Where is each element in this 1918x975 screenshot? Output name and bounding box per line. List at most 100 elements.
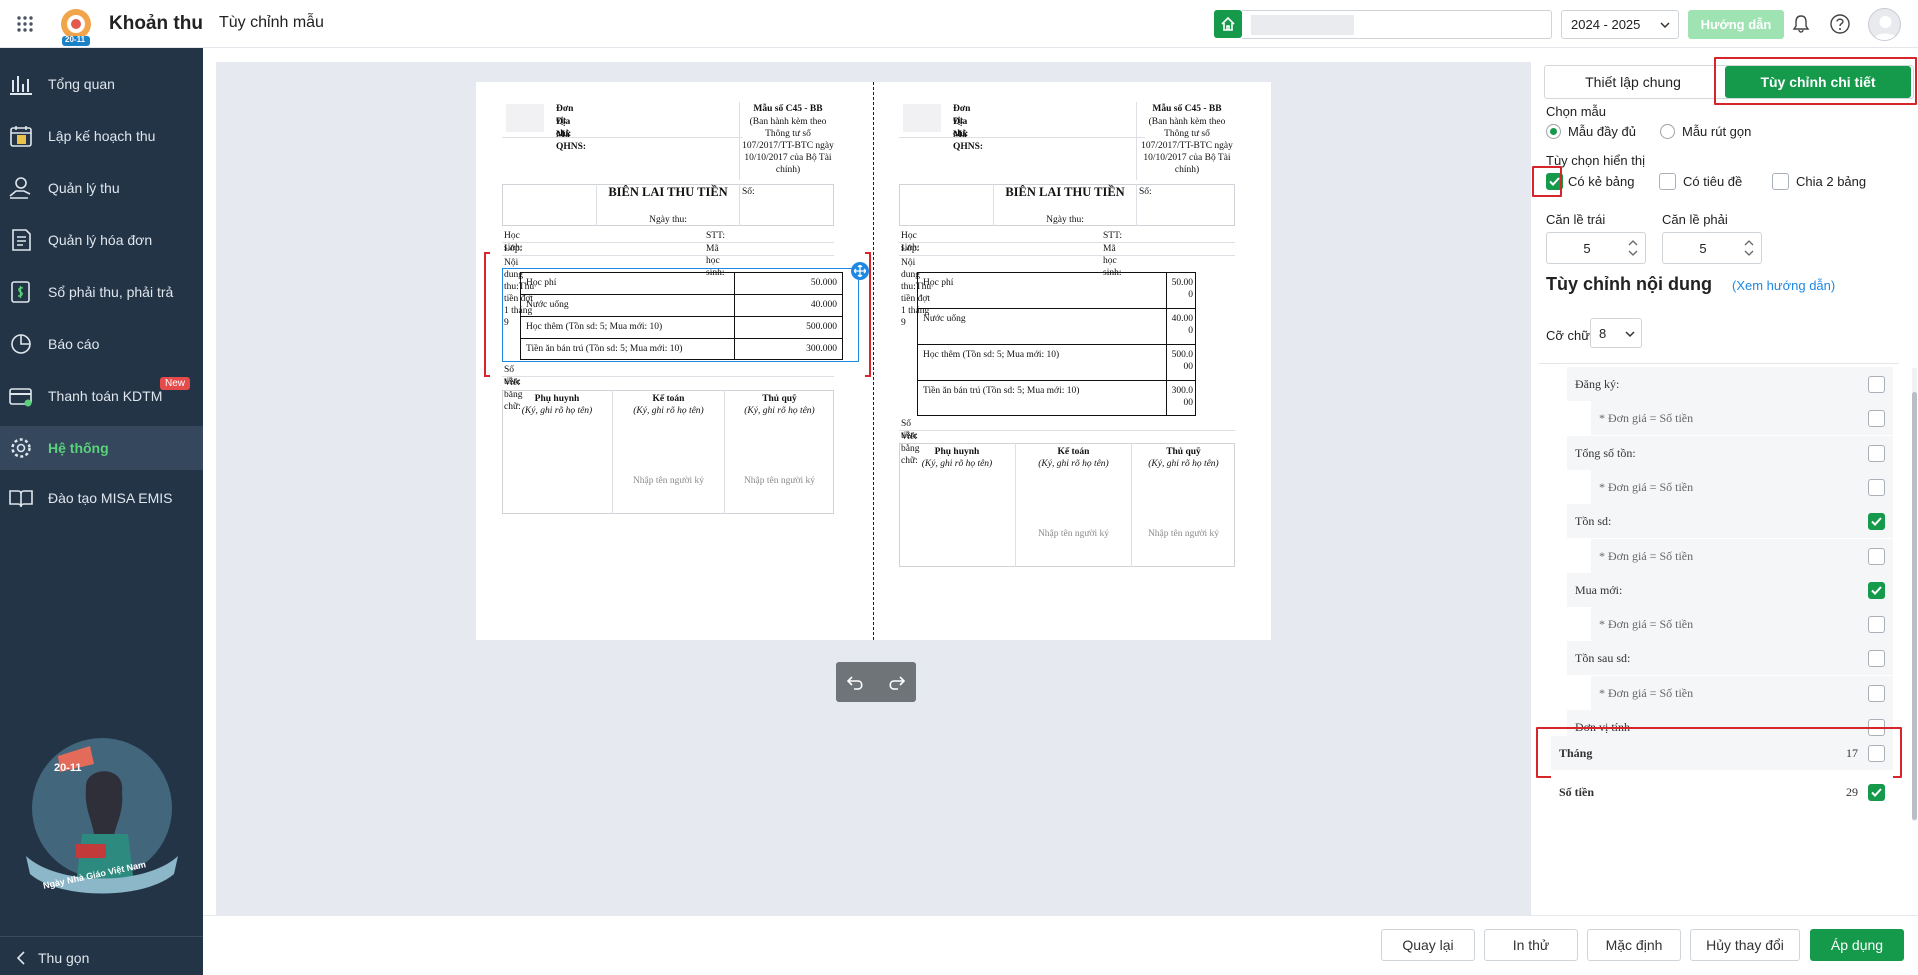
home-button[interactable] [1214, 10, 1242, 38]
undo-icon[interactable] [846, 674, 866, 690]
help-icon[interactable] [1829, 13, 1851, 35]
field-row[interactable]: Tồn sd: [1567, 504, 1893, 538]
checkbox-icon[interactable] [1868, 649, 1885, 667]
stepper-arrows-icon[interactable] [1627, 237, 1639, 259]
co-chu-value: 8 [1599, 325, 1607, 341]
radio-mau-rut-gon[interactable]: Mẫu rút gọn [1660, 124, 1751, 139]
field-row[interactable]: Mua mới: [1567, 573, 1893, 607]
checkbox-icon[interactable] [1868, 547, 1885, 565]
fee-table-left: Học phí 50.000 Nước uống 40.000 Học thêm… [520, 272, 843, 360]
page-divider [873, 82, 874, 640]
sidebar-item-so-phai-thu[interactable]: Sổ phải thu, phải trả [0, 270, 203, 314]
year-select[interactable]: 2024 - 2025 [1561, 10, 1679, 39]
field-sub-row[interactable]: * Đơn giá = Số tiền [1591, 539, 1893, 573]
xem-huong-dan-link[interactable]: (Xem hướng dẫn) [1732, 278, 1835, 293]
collapse-button[interactable]: Thu gọn [16, 941, 89, 975]
sidebar-item-he-thong[interactable]: Hệ thống [0, 426, 203, 470]
checkbox-icon[interactable] [1868, 444, 1885, 462]
redo-icon[interactable] [886, 674, 906, 690]
sign-role: Phụ huynh [934, 447, 980, 457]
field-sub-row[interactable]: * Đơn giá = Số tiền [1591, 401, 1893, 435]
school-logo-placeholder [903, 104, 941, 132]
field-row-so-tien[interactable]: Số tiền 29 [1551, 775, 1893, 809]
field-label: Số tiền [1559, 784, 1595, 799]
sidebar: Tổng quan Lập kế hoạch thu Quản lý thu Q… [0, 48, 203, 975]
school-select[interactable] [1242, 10, 1552, 39]
footer-bar: Quay lại In thử Mặc định Hủy thay đổi Áp… [203, 915, 1918, 975]
field-sub-row[interactable]: * Đơn giá = Số tiền [1591, 607, 1893, 641]
checkbox-chia-2-bang[interactable]: Chia 2 bảng [1772, 173, 1866, 190]
guide-button[interactable]: Hướng dẫn [1688, 10, 1784, 39]
field-sub-row[interactable]: * Đơn giá = Số tiền [1591, 676, 1893, 710]
check-icon[interactable] [1868, 783, 1885, 801]
print-preview-button[interactable]: In thử [1484, 929, 1578, 961]
fee-name: Học thêm (Tồn sd: 5; Mua mới: 10) [526, 322, 663, 332]
sign-role: Kế toán [1057, 447, 1090, 457]
fee-name: Học phí [526, 278, 557, 288]
checkbox-icon[interactable] [1868, 684, 1885, 702]
checkbox-icon[interactable] [1868, 478, 1885, 496]
avatar[interactable] [1868, 8, 1901, 41]
calendar-money-icon [10, 126, 32, 147]
sidebar-item-label: Quản lý hóa đơn [48, 232, 153, 248]
co-chu-select[interactable]: 8 [1590, 318, 1642, 348]
sign-role: Thủ quỹ [1166, 447, 1201, 457]
checkbox-icon[interactable] [1868, 409, 1885, 427]
sidebar-item-bao-cao[interactable]: Báo cáo [0, 322, 203, 366]
field-label: Tồn sau sd: [1575, 650, 1631, 665]
receipt-preview: Đơn vị: Địa chỉ: Mã QHNS: Mẫu số C45 - B… [476, 82, 1271, 640]
gear-icon [11, 438, 31, 458]
signer-placeholder[interactable]: Nhập tên người ký [725, 475, 834, 487]
preview-canvas: Đơn vị: Địa chỉ: Mã QHNS: Mẫu số C45 - B… [216, 62, 1531, 915]
sidebar-item-quan-ly-hoa-don[interactable]: Quản lý hóa đơn [0, 218, 203, 262]
field-label: * Đơn giá = Số tiền [1599, 410, 1694, 425]
sidebar-item-dao-tao[interactable]: Đào tạo MISA EMIS [0, 476, 203, 520]
le-phai-value: 5 [1699, 240, 1707, 256]
cancel-changes-button[interactable]: Hủy thay đổi [1690, 929, 1800, 961]
checkbox-label: Có tiêu đề [1683, 174, 1743, 189]
top-bar: 20-11 Khoản thu Tùy chỉnh mẫu 2024 - 202… [0, 0, 1918, 48]
user-icon [1873, 16, 1898, 40]
bell-icon[interactable] [1791, 14, 1811, 34]
sidebar-divider [0, 936, 203, 937]
sign-note: (Ký, ghi rõ họ tên) [521, 406, 593, 416]
scrollbar-thumb[interactable] [1912, 392, 1917, 820]
so-label: Số: [742, 187, 755, 197]
fee-name: Nước uống [526, 300, 569, 310]
sidebar-item-lap-ke-hoach-thu[interactable]: Lập kế hoạch thu [0, 114, 203, 158]
check-icon[interactable] [1868, 581, 1885, 599]
radio-mau-day-du[interactable]: Mẫu đầy đủ [1546, 124, 1636, 139]
signer-placeholder[interactable]: Nhập tên người ký [613, 475, 724, 487]
tab-thiet-lap-chung[interactable]: Thiết lập chung [1545, 66, 1721, 98]
sidebar-item-label: Sổ phải thu, phải trả [48, 284, 174, 300]
field-label: * Đơn giá = Số tiền [1599, 685, 1694, 700]
sidebar-item-quan-ly-thu[interactable]: Quản lý thu [0, 166, 203, 210]
book-icon [9, 490, 33, 508]
sidebar-item-tong-quan[interactable]: Tổng quan [0, 62, 203, 106]
field-row[interactable]: Tồn sau sd: [1567, 641, 1893, 675]
radio-label: Mẫu rút gọn [1682, 124, 1752, 139]
checkbox-icon[interactable] [1868, 615, 1885, 633]
field-row[interactable]: Tổng số tồn: [1567, 436, 1893, 470]
le-trai-stepper[interactable]: 5 [1546, 232, 1646, 264]
stepper-arrows-icon[interactable] [1743, 237, 1755, 259]
check-icon[interactable] [1868, 512, 1885, 530]
receipt-title: BIÊN LAI THU TIỀN [1005, 185, 1125, 199]
field-sub-row[interactable]: * Đơn giá = Số tiền [1591, 470, 1893, 504]
sidebar-item-thanh-toan-kdtm[interactable]: Thanh toán KDTM New [0, 374, 203, 418]
back-button[interactable]: Quay lại [1381, 929, 1475, 961]
checkbox-icon[interactable] [1868, 375, 1885, 393]
checkbox-co-tieu-de[interactable]: Có tiêu đề [1659, 173, 1742, 190]
checkbox-label: Có kẻ bảng [1568, 174, 1635, 189]
field-row[interactable]: Đăng ký: [1567, 367, 1893, 401]
school-name-blurred [1251, 15, 1354, 35]
sidebar-item-label: Lập kế hoạch thu [48, 128, 156, 144]
le-phai-stepper[interactable]: 5 [1662, 232, 1762, 264]
apps-grid-icon[interactable] [17, 16, 33, 32]
signer-placeholder[interactable]: Nhập tên người ký [1132, 528, 1235, 540]
signer-placeholder[interactable]: Nhập tên người ký [1016, 528, 1131, 540]
banner-badge: 20-11 [54, 762, 82, 774]
apply-button[interactable]: Áp dụng [1810, 929, 1904, 961]
sidebar-item-label: Báo cáo [48, 336, 100, 352]
default-button[interactable]: Mặc định [1587, 929, 1681, 961]
